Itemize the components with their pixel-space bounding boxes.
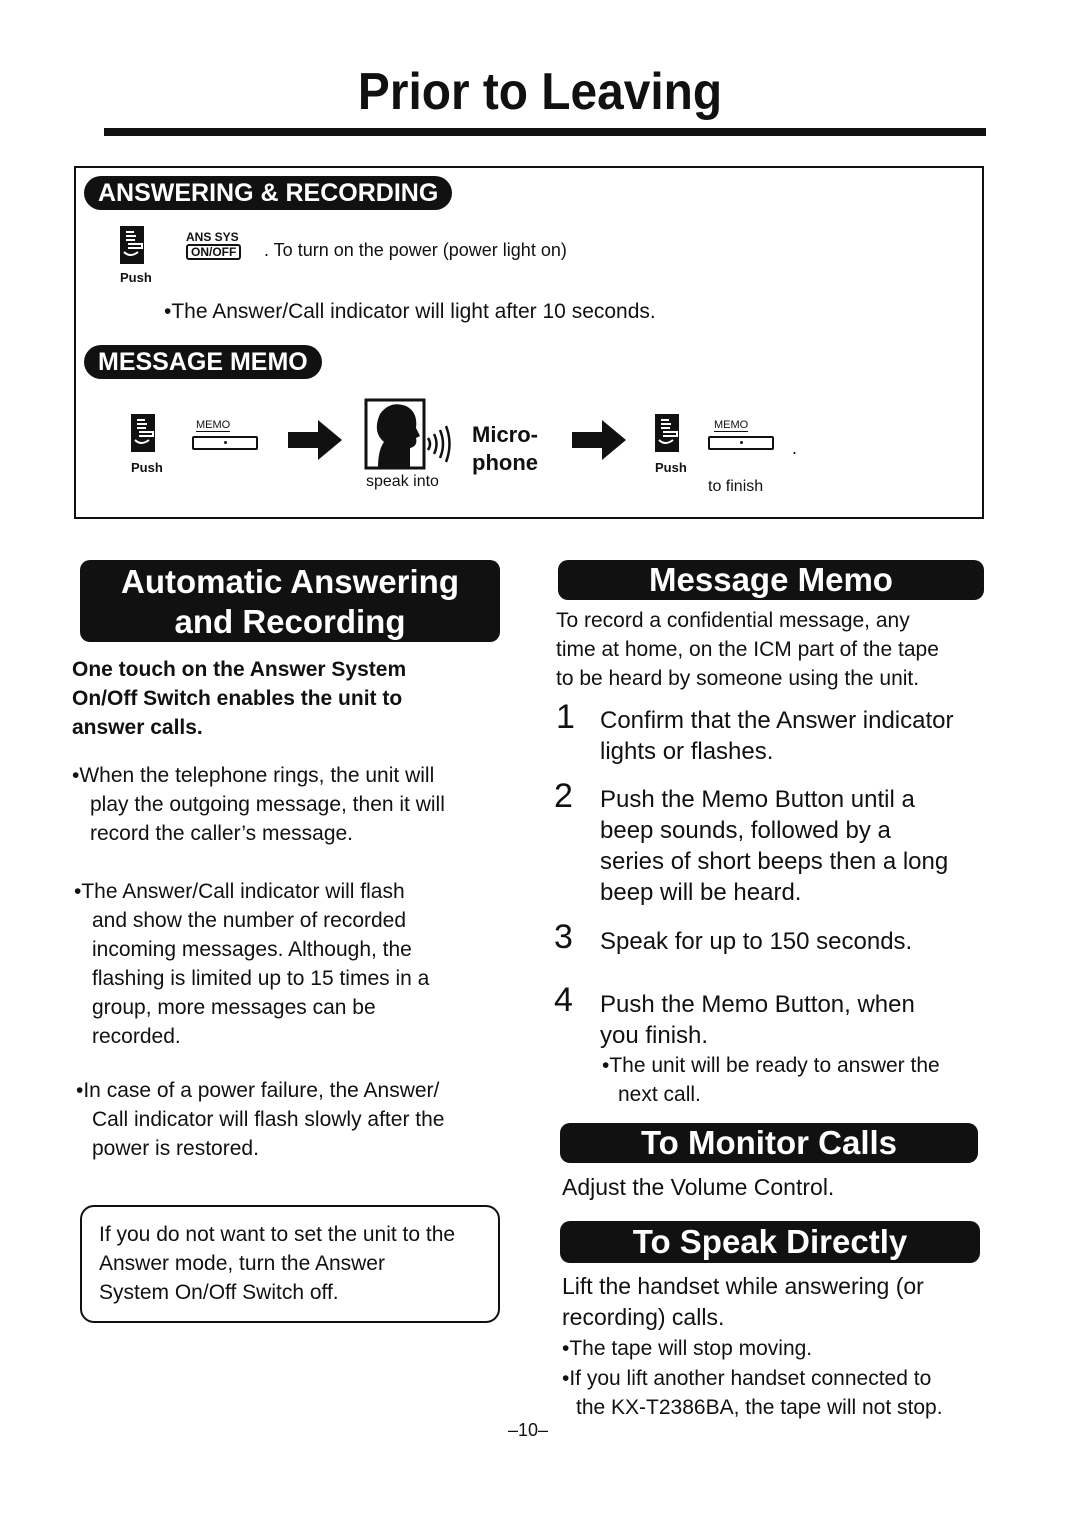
monitor-calls-header: To Monitor Calls	[560, 1123, 978, 1163]
step-2-text: Push the Memo Button until a beep sounds…	[600, 784, 948, 908]
speak-directly-text: Lift the handset while answering (or rec…	[562, 1271, 924, 1333]
step-4-note: •The unit will be ready to answer the ne…	[602, 1051, 940, 1109]
push-hand-icon	[131, 414, 155, 452]
lead-line: answer calls.	[72, 716, 203, 739]
step-line: beep sounds, followed by a	[600, 817, 891, 844]
note-line: System On/Off Switch off.	[99, 1281, 339, 1304]
auto-answer-lead: One touch on the Answer System On/Off Sw…	[72, 655, 406, 742]
speak-into-caption: speak into	[366, 473, 439, 490]
bullet-line: •The tape will stop moving.	[562, 1337, 813, 1360]
step-number: 4	[554, 981, 573, 1019]
microphone-label-1: Micro-	[472, 422, 538, 447]
bullet-line: flashing is limited up to 15 times in a	[92, 967, 430, 990]
text-line: recording) calls.	[562, 1304, 725, 1330]
indicator-note: •The Answer/Call indicator will light af…	[164, 300, 656, 323]
microphone-label-2: phone	[472, 450, 538, 475]
ans-sys-label: ANS SYS	[186, 230, 239, 244]
intro-line: to be heard by someone using the unit.	[556, 667, 920, 690]
auto-answer-header-line1: Automatic Answering	[121, 563, 459, 600]
power-instruction: . To turn on the power (power light on)	[264, 240, 567, 260]
push-label: Push	[120, 270, 152, 285]
push-label: Push	[655, 460, 687, 475]
step-number: 3	[554, 918, 573, 956]
bullet-line: incoming messages. Although, the	[92, 938, 412, 961]
step-number: 2	[554, 777, 573, 815]
bullet-line: •In case of a power failure, the Answer/	[76, 1079, 440, 1102]
auto-answer-bullet-1: •When the telephone rings, the unit will…	[72, 761, 445, 848]
arrow-right-icon	[288, 420, 342, 460]
bullet-line: •When the telephone rings, the unit will	[72, 764, 435, 787]
message-memo-intro: To record a confidential message, any ti…	[556, 606, 939, 693]
memo-button-icon	[192, 436, 258, 450]
memo-key-label: MEMO	[714, 419, 749, 432]
bullet-line: play the outgoing message, then it will	[90, 793, 445, 816]
bullet-line: and show the number of recorded	[92, 909, 407, 932]
step-line: Confirm that the Answer indicator	[600, 707, 954, 734]
off-note-text: If you do not want to set the unit to th…	[99, 1220, 455, 1307]
lead-line: One touch on the Answer System	[72, 658, 407, 681]
message-memo-section-header: Message Memo	[558, 560, 984, 600]
bullet-line: power is restored.	[92, 1137, 259, 1160]
lead-line: On/Off Switch enables the unit to	[72, 687, 403, 710]
bullet-line: •If you lift another handset connected t…	[562, 1367, 932, 1390]
speak-directly-header: To Speak Directly	[560, 1221, 980, 1263]
note-line: If you do not want to set the unit to th…	[99, 1223, 456, 1246]
step-number: 1	[556, 698, 575, 736]
answering-recording-header: ANSWERING & RECORDING	[84, 176, 453, 210]
speak-directly-bullet-1: •The tape will stop moving.	[562, 1334, 812, 1363]
step-line: series of short beeps then a long	[600, 848, 949, 875]
step-line: you finish.	[600, 1022, 709, 1049]
bullet-line: •The Answer/Call indicator will flash	[74, 880, 405, 903]
memo-button-icon	[708, 436, 774, 450]
step-line: Speak for up to 150 seconds.	[600, 928, 913, 955]
note-line: next call.	[618, 1083, 701, 1106]
bullet-line: the KX-T2386BA, the tape will not stop.	[576, 1396, 943, 1419]
title-divider	[104, 128, 986, 136]
text-line: Lift the handset while answering (or	[562, 1273, 924, 1299]
bullet-line: group, more messages can be	[92, 996, 376, 1019]
period: .	[792, 438, 798, 458]
page-title: Prior to Leaving	[357, 63, 723, 121]
bullet-line: recorded.	[92, 1025, 181, 1048]
bullet-line: record the caller’s message.	[90, 822, 354, 845]
note-line: •The unit will be ready to answer the	[602, 1054, 940, 1077]
bullet-line: Call indicator will flash slowly after t…	[92, 1108, 445, 1131]
speak-directly-bullet-2: •If you lift another handset connected t…	[562, 1364, 943, 1422]
intro-line: time at home, on the ICM part of the tap…	[556, 638, 939, 661]
step-line: Push the Memo Button until a	[600, 786, 915, 813]
auto-answer-header-line2: and Recording	[174, 603, 406, 640]
to-finish-caption: to finish	[708, 478, 764, 495]
arrow-right-icon	[572, 420, 626, 460]
note-line: Answer mode, turn the Answer	[99, 1252, 385, 1275]
memo-key-label: MEMO	[196, 419, 231, 432]
on-off-key: ON/OFF	[186, 244, 242, 260]
step-line: lights or flashes.	[600, 738, 774, 765]
step-4-text: Push the Memo Button, when you finish.	[600, 989, 915, 1051]
speaking-head-icon	[364, 398, 451, 470]
monitor-calls-text: Adjust the Volume Control.	[562, 1174, 835, 1200]
push-hand-icon	[120, 226, 144, 264]
push-label: Push	[131, 460, 163, 475]
step-line: Push the Memo Button, when	[600, 991, 915, 1018]
push-hand-icon	[655, 414, 679, 452]
message-memo-header: MESSAGE MEMO	[84, 345, 322, 379]
intro-line: To record a confidential message, any	[556, 609, 910, 632]
page-number: –10–	[508, 1420, 549, 1440]
auto-answer-header: Automatic Answering and Recording	[80, 560, 500, 642]
step-3-text: Speak for up to 150 seconds.	[600, 926, 912, 957]
auto-answer-bullet-2: •The Answer/Call indicator will flash an…	[74, 877, 429, 1051]
step-1-text: Confirm that the Answer indicator lights…	[600, 705, 954, 767]
step-line: beep will be heard.	[600, 879, 802, 906]
auto-answer-bullet-3: •In case of a power failure, the Answer/…	[76, 1076, 444, 1163]
